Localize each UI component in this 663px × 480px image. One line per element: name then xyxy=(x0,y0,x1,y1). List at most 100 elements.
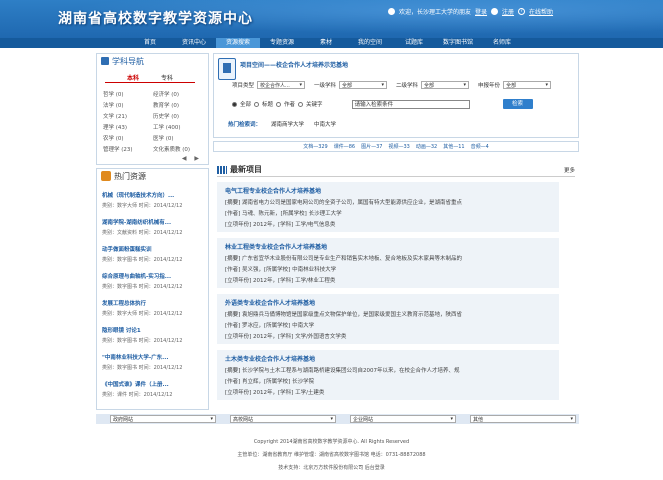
subject-link[interactable]: 工学 (400) xyxy=(153,123,207,131)
project-year: [立项年份] 2012年，[学科] 工学/电气信息类 xyxy=(225,222,336,228)
subject-link[interactable]: 医学 (0) xyxy=(153,134,207,142)
project-summary-text: 湖南省电力公司是国家电网公司的全资子公司，属国有特大型能源供应企业，是湖南省重点 xyxy=(242,200,463,206)
nav-item-myspace[interactable]: 我的空间 xyxy=(348,38,392,48)
project-title[interactable]: 电气工程专业校企合作人才培养基地 xyxy=(225,186,551,195)
nav-item-home[interactable]: 首页 xyxy=(128,38,172,48)
stat-link[interactable]: 课件—86 xyxy=(334,143,355,150)
project-summary-text: 广东省宜华木业股份有限公司是专业生产和销售实木地板、复合地板及实木家具等木制品的 xyxy=(242,256,463,262)
tech-support: 技术支持：北京万方软件股份有限公司 后台登录 xyxy=(0,462,663,475)
radio-author[interactable] xyxy=(276,101,282,107)
search-panel-title: 项目空间——校企合作人才培养示范基地 xyxy=(240,62,349,69)
hot-item-meta: 类别：数字大师 时间：2014/12/12 xyxy=(102,203,183,209)
hot-keyword-link[interactable]: 湖南商学大学 xyxy=(271,120,304,128)
hot-item-title[interactable]: 发展工程总体执行 xyxy=(102,299,206,307)
nav-item-library[interactable]: 数字图书馆 xyxy=(436,38,480,48)
project-year: [立项年份] 2012年，[学科] 工学/林业工程类 xyxy=(225,278,336,284)
project-author: [作者] 吴义强，[所属学校] 中南林业科技大学 xyxy=(225,267,337,273)
tab-junior-college[interactable]: 专科 xyxy=(161,73,173,82)
subject-link[interactable]: 文化素质教 (0) xyxy=(153,145,207,153)
search-row: 全部 标题 作者 关键字 请输入检索条件 检索 xyxy=(232,99,533,109)
nav-item-news[interactable]: 资讯中心 xyxy=(172,38,216,48)
hot-resources-panel: 热门资源 机械（现代制造技术方向）... 类别：数字大师 时间：2014/12/… xyxy=(96,168,209,410)
radio-keyword[interactable] xyxy=(298,101,304,107)
hot-item-title[interactable]: 机械（现代制造技术方向）... xyxy=(102,191,206,199)
list-item: 隐形眼镜 讨论1 类别：数字图书 时间：2014/12/12 xyxy=(102,326,206,344)
top-links: 欢迎，长沙理工大学的朋友 登录 注册 ? 在线帮助 xyxy=(388,7,553,16)
project-card: 林业工程类专业校企合作人才培养基地 [摘要] 广东省宜华木业股份有限公司是专业生… xyxy=(217,238,559,288)
stat-link[interactable]: 音频—4 xyxy=(471,143,489,150)
site-logo[interactable]: 湖南省高校数字教学资源中心 xyxy=(58,8,253,28)
stat-link[interactable]: 其他—11 xyxy=(443,143,464,150)
subject-link[interactable]: 文学 (21) xyxy=(103,112,153,120)
search-button[interactable]: 检索 xyxy=(502,99,533,109)
subject-nav-title: 学科导航 xyxy=(112,56,144,66)
hot-item-title[interactable]: "中南林业科技大学-广东... xyxy=(102,353,206,361)
stat-link[interactable]: 文档—329 xyxy=(303,143,328,150)
stat-link[interactable]: 视频—33 xyxy=(388,143,409,150)
subject2-select[interactable]: 全部 ▾ xyxy=(421,81,470,89)
hot-resources-header: 热门资源 xyxy=(97,169,208,183)
chevron-down-icon: ▾ xyxy=(570,416,573,422)
gov-sites-select[interactable]: 政府网站 ▾ xyxy=(110,415,216,423)
tab-undergraduate[interactable]: 本科 xyxy=(127,73,139,82)
nav-item-search[interactable]: 资源搜索 xyxy=(216,38,260,48)
chevron-down-icon: ▾ xyxy=(463,82,467,88)
list-item: 《中国式谁》课件（上册... 类别：课件 时间：2014/12/12 xyxy=(102,380,206,398)
hot-item-title[interactable]: 动手做面粉蛋糕实训 xyxy=(102,245,206,253)
radio-all-label: 全部 xyxy=(240,102,252,108)
year-select[interactable]: 全部 ▾ xyxy=(503,81,552,89)
search-input[interactable]: 请输入检索条件 xyxy=(351,99,470,109)
subject-link[interactable]: 理学 (43) xyxy=(103,123,153,131)
subject-link[interactable]: 农学 (0) xyxy=(103,134,153,142)
subject-link[interactable]: 法学 (0) xyxy=(103,101,153,109)
more-link[interactable]: 更多 xyxy=(564,166,575,174)
company-sites-select[interactable]: 企业网站 ▾ xyxy=(350,415,456,423)
subject-link[interactable]: 管理学 (23) xyxy=(103,145,153,153)
project-title[interactable]: 土木类专业校企合作人才培养基地 xyxy=(225,354,551,363)
hot-item-title[interactable]: 综合原理与曲轴机-实习指... xyxy=(102,272,206,280)
nav-item-materials[interactable]: 素材 xyxy=(304,38,348,48)
divider xyxy=(217,176,575,177)
other-sites-select[interactable]: 其他 ▾ xyxy=(470,415,576,423)
subject-link[interactable]: 经济学 (0) xyxy=(153,90,207,98)
subject-link[interactable]: 哲学 (0) xyxy=(103,90,153,98)
project-title[interactable]: 林业工程类专业校企合作人才培养基地 xyxy=(225,242,551,251)
radio-all[interactable] xyxy=(232,101,237,107)
nav-item-questions[interactable]: 试题库 xyxy=(392,38,436,48)
admin-login-link[interactable]: 后台登录 xyxy=(365,465,385,471)
stat-link[interactable]: 图片—37 xyxy=(361,143,382,150)
subject1-select[interactable]: 全部 ▾ xyxy=(339,81,388,89)
project-title[interactable]: 外语类专业校企合作人才培养基地 xyxy=(225,298,551,307)
chevron-down-icon: ▾ xyxy=(299,82,303,88)
nav-item-topics[interactable]: 专题资源 xyxy=(260,38,304,48)
hot-item-meta: 类别：数字大师 时间：2014/12/12 xyxy=(102,311,183,317)
subject-nav-header: 学科导航 xyxy=(97,54,208,68)
register-link[interactable]: 注册 xyxy=(502,7,514,16)
help-link[interactable]: 在线帮助 xyxy=(529,7,553,16)
header: 湖南省高校数字教学资源中心 欢迎，长沙理工大学的朋友 登录 注册 ? 在线帮助 xyxy=(0,0,663,38)
book-icon xyxy=(101,57,109,65)
project-author: [作者] 罗冰应，[所属学校] 中南大学 xyxy=(225,323,315,329)
login-link[interactable]: 登录 xyxy=(475,7,487,16)
hot-item-meta: 类别：数字图书 时间：2014/12/12 xyxy=(102,257,183,263)
radio-title[interactable] xyxy=(254,101,260,107)
hot-item-title[interactable]: 隐形眼镜 讨论1 xyxy=(102,326,206,334)
subject-link[interactable]: 教育学 (0) xyxy=(153,101,207,109)
sponsor-info: 主管单位：湖南省教育厅 维护管理：湖南省高校数字图书馆 电话：0731-8887… xyxy=(237,452,426,458)
list-item: 机械（现代制造技术方向）... 类别：数字大师 时间：2014/12/12 xyxy=(102,191,206,209)
project-type-select[interactable]: 校企合作人... ▾ xyxy=(257,81,306,89)
list-item: 发展工程总体执行 类别：数字大师 时间：2014/12/12 xyxy=(102,299,206,317)
page-arrows[interactable]: ◀ ▶ xyxy=(182,155,202,162)
hot-item-title[interactable]: 湖南学院-湖南纺织机械有... xyxy=(102,218,206,226)
project-type-label: 项目类型 xyxy=(232,83,255,89)
subject-list: 哲学 (0) 经济学 (0) 法学 (0) 教育学 (0) 文学 (21) 历史… xyxy=(103,90,207,153)
hot-item-title[interactable]: 《中国式谁》课件（上册... xyxy=(102,380,206,388)
university-sites-select[interactable]: 高校网站 ▾ xyxy=(230,415,336,423)
stat-link[interactable]: 动画—32 xyxy=(416,143,437,150)
latest-title: 最新项目 xyxy=(230,165,262,174)
main-nav: 首页 资讯中心 资源搜索 专题资源 素材 我的空间 试题库 数字图书馆 名师库 xyxy=(0,38,663,48)
list-item: "中南林业科技大学-广东... 类别：数字图书 时间：2014/12/12 xyxy=(102,353,206,371)
hot-keyword-link[interactable]: 中南大学 xyxy=(314,120,336,128)
subject-link[interactable]: 历史学 (0) xyxy=(153,112,207,120)
nav-item-teachers[interactable]: 名师库 xyxy=(480,38,524,48)
